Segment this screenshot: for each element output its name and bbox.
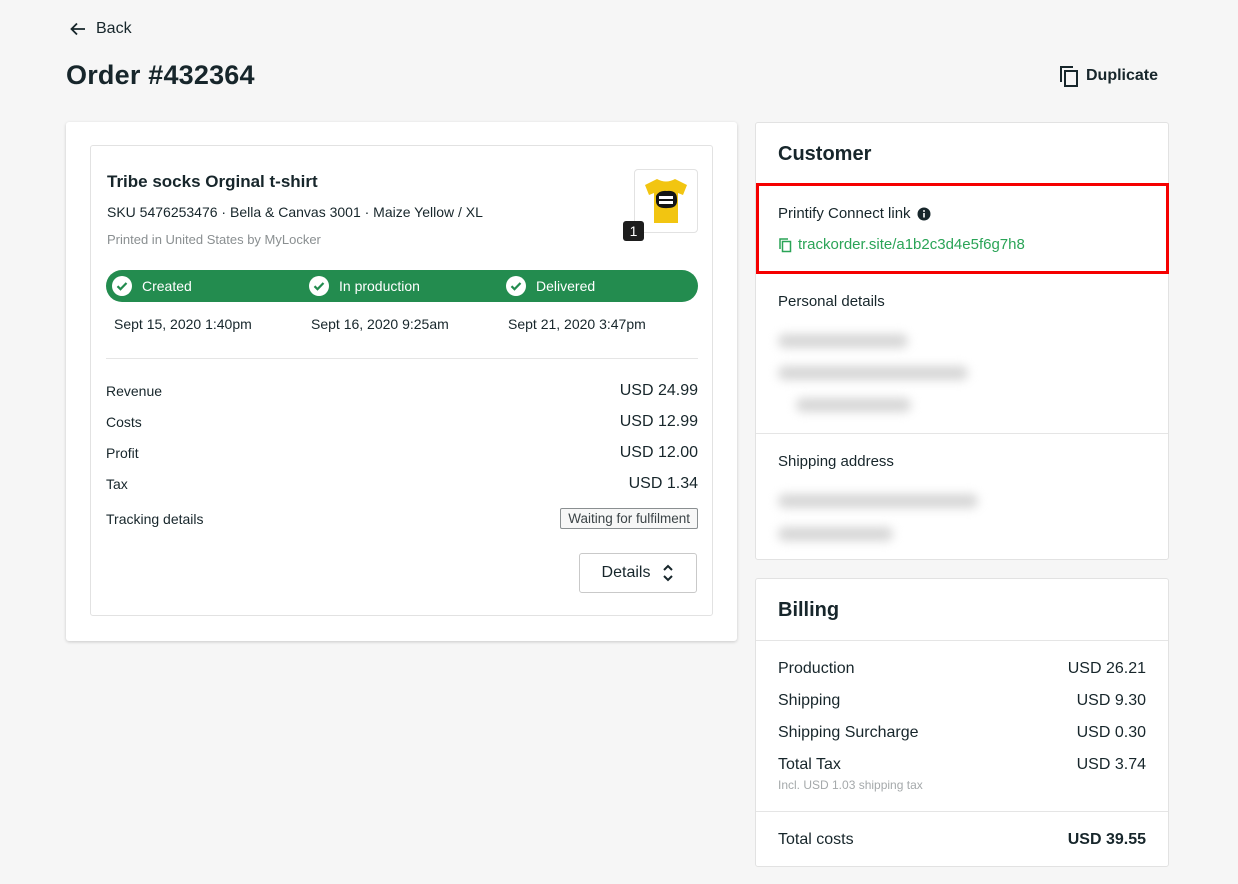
details-label: Details <box>601 564 651 581</box>
section-divider <box>756 640 1168 641</box>
row-value: USD 9.30 <box>1076 692 1146 709</box>
billing-row-shipping-surcharge: Shipping Surcharge USD 0.30 <box>778 724 1146 742</box>
billing-total-row: Total costs USD 39.55 <box>778 831 1146 849</box>
check-circle-icon <box>506 276 526 296</box>
chevron-up-down-icon <box>663 564 674 582</box>
tracking-status-badge: Waiting for fulfilment <box>560 508 698 529</box>
section-divider <box>756 811 1168 812</box>
personal-details-heading: Personal details <box>778 293 885 310</box>
step-date-delivered: Sept 21, 2020 3:47pm <box>508 316 646 332</box>
step-label: Delivered <box>536 278 596 294</box>
financial-row-tax: Tax USD 1.34 <box>106 475 698 493</box>
connect-link-label-text: Printify Connect link <box>778 205 911 222</box>
section-divider <box>756 433 1168 434</box>
connect-link-label: Printify Connect link <box>778 205 931 222</box>
row-label: Costs <box>106 414 142 430</box>
row-label: Revenue <box>106 383 163 399</box>
back-link[interactable]: Back <box>68 19 132 39</box>
page-title: Order #432364 <box>66 60 255 90</box>
step-date-created: Sept 15, 2020 1:40pm <box>114 316 252 332</box>
step-label: In production <box>339 278 420 294</box>
item-sku: SKU 5476253476 · Bella & Canvas 3001 · M… <box>107 204 483 220</box>
row-label: Profit <box>106 445 139 461</box>
shipping-address-heading: Shipping address <box>778 453 894 470</box>
yellow-tshirt-icon <box>645 179 687 223</box>
order-item-card: Tribe socks Orginal t-shirt SKU 54762534… <box>90 145 713 616</box>
duplicate-button[interactable]: Duplicate <box>1058 64 1158 88</box>
total-value: USD 39.55 <box>1067 831 1146 848</box>
progress-step-delivered: Delivered <box>506 270 595 302</box>
step-date-in-production: Sept 16, 2020 9:25am <box>311 316 449 332</box>
item-title: Tribe socks Orginal t-shirt <box>107 172 318 191</box>
row-value: USD 12.99 <box>619 413 698 430</box>
order-panel: Tribe socks Orginal t-shirt SKU 54762534… <box>66 122 737 641</box>
row-value: USD 3.74 <box>1076 756 1146 773</box>
back-label: Back <box>96 20 132 37</box>
billing-row-total-tax: Total Tax USD 3.74 <box>778 756 1146 774</box>
tax-note: Incl. USD 1.03 shipping tax <box>778 778 923 792</box>
row-label: Shipping <box>778 692 841 709</box>
row-value: USD 26.21 <box>1067 660 1146 677</box>
connect-link-url[interactable]: trackorder.site/a1b2c3d4e5f6g7h8 <box>798 236 1025 253</box>
blurred-name <box>778 334 908 348</box>
financial-row-revenue: Revenue USD 24.99 <box>106 382 698 400</box>
row-value: USD 0.30 <box>1076 724 1146 741</box>
billing-row-shipping: Shipping USD 9.30 <box>778 692 1146 710</box>
row-label: Shipping Surcharge <box>778 724 919 741</box>
financial-row-profit: Profit USD 12.00 <box>106 444 698 462</box>
check-circle-icon <box>112 276 132 296</box>
row-value: USD 24.99 <box>619 382 698 399</box>
billing-row-production: Production USD 26.21 <box>778 660 1146 678</box>
blurred-address-line-2 <box>778 527 893 541</box>
quantity-badge: 1 <box>623 221 644 241</box>
financial-row-costs: Costs USD 12.99 <box>106 413 698 431</box>
tracking-row: Tracking details Waiting for fulfilment <box>106 508 698 529</box>
progress-step-in-production: In production <box>309 270 420 302</box>
blurred-email <box>778 366 968 380</box>
blurred-phone <box>796 398 911 412</box>
row-label: Total Tax <box>778 756 841 773</box>
row-value: USD 1.34 <box>628 475 698 492</box>
blurred-address-line-1 <box>778 494 978 508</box>
details-button[interactable]: Details <box>579 553 697 593</box>
copy-icon <box>1060 66 1078 87</box>
row-value: USD 12.00 <box>619 444 698 461</box>
duplicate-label: Duplicate <box>1086 67 1159 84</box>
billing-panel: Billing Production USD 26.21 Shipping US… <box>755 578 1169 867</box>
customer-heading: Customer <box>778 143 872 165</box>
total-label: Total costs <box>778 831 854 848</box>
step-label: Created <box>142 278 192 294</box>
copy-icon[interactable] <box>778 237 792 253</box>
billing-heading: Billing <box>778 599 840 621</box>
order-progress-bar: Created In production Delivered <box>106 270 698 302</box>
tracking-label: Tracking details <box>106 510 204 527</box>
row-label: Production <box>778 660 855 677</box>
check-circle-icon <box>309 276 329 296</box>
info-icon[interactable] <box>917 207 931 221</box>
row-label: Tax <box>106 476 128 492</box>
connect-link[interactable]: trackorder.site/a1b2c3d4e5f6g7h8 <box>778 236 1025 253</box>
arrow-left-icon <box>70 22 85 36</box>
highlight-box <box>756 183 1169 274</box>
progress-step-created: Created <box>112 270 192 302</box>
customer-panel: Customer Printify Connect link trackorde… <box>755 122 1169 560</box>
item-printed-by: Printed in United States by MyLocker <box>107 232 321 247</box>
divider <box>106 358 698 359</box>
